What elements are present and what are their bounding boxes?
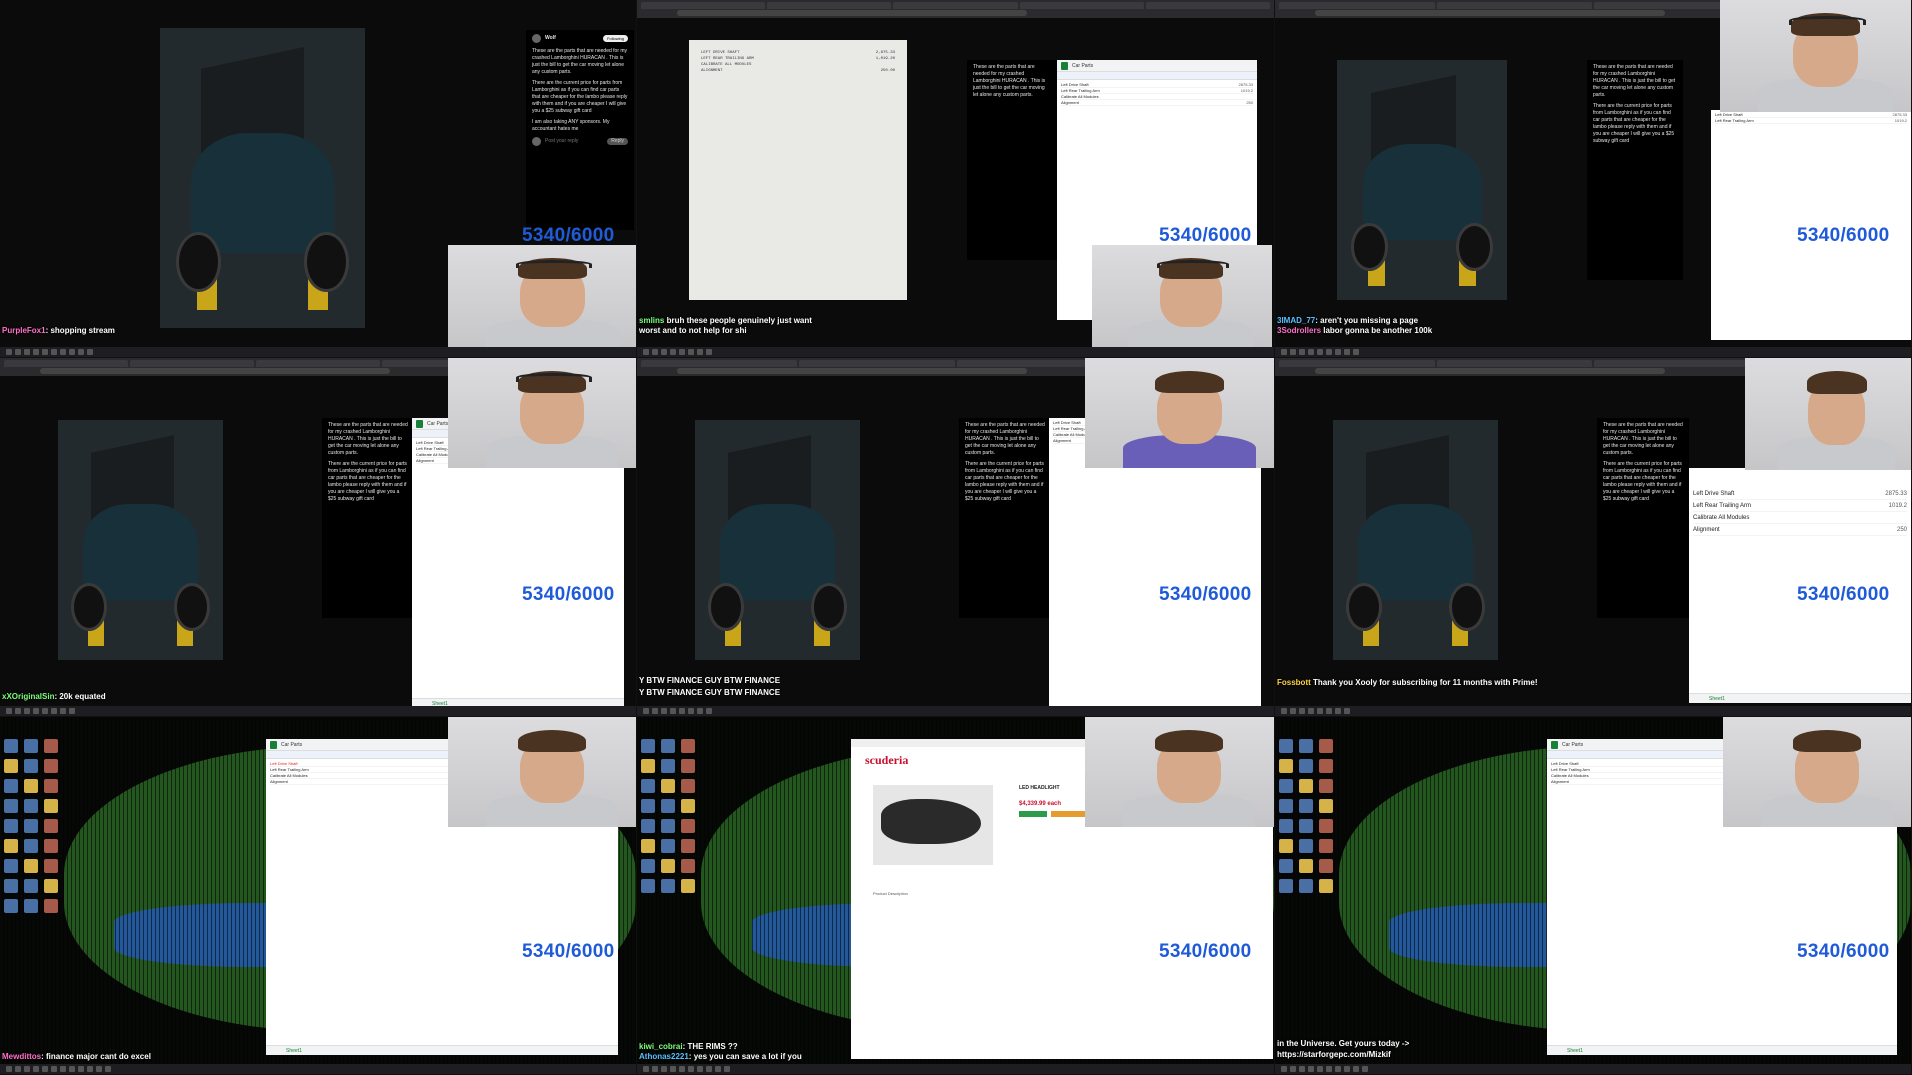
goal-counter: 5340/6000 xyxy=(522,225,615,246)
tweet-panel: Wolf Following These are the parts that a… xyxy=(526,30,634,230)
webcam xyxy=(1085,358,1274,468)
chat-line: xXOriginalSin: 20k equated xyxy=(2,692,106,701)
car-photo xyxy=(160,28,365,328)
tweet-panel: These are the parts that are needed for … xyxy=(959,418,1051,618)
parts-receipt: LEFT DRIVE SHAFT 2,875.33 LEFT REAR TRAIL… xyxy=(689,40,907,300)
tweet-text-3: I am also taking ANY sponsors. My accoun… xyxy=(532,119,610,132)
taskbar xyxy=(637,347,1274,357)
webcam xyxy=(448,245,636,350)
webcam xyxy=(1745,358,1911,470)
tweet-panel: These are the parts that are needed for … xyxy=(1597,418,1689,618)
avatar-icon xyxy=(532,34,541,43)
webcam xyxy=(1723,717,1911,827)
chat-line: 3IMAD_77: aren't you missing a page xyxy=(1277,316,1419,325)
tile-7: Car Parts Left Drive Shaft2875.33 Left R… xyxy=(0,717,637,1075)
desktop-icons xyxy=(1279,739,1339,893)
product-description: Product Description xyxy=(873,891,908,896)
tweet-text-1: These are the parts that are needed for … xyxy=(532,48,628,75)
reply-button[interactable]: Reply xyxy=(607,138,628,145)
chat-line: worst and to not help for shi xyxy=(639,326,747,335)
webcam xyxy=(448,358,636,468)
stream-grid: Wolf Following These are the parts that a… xyxy=(0,0,1912,1075)
chat-line: Mewdittos: finance major cant do excel xyxy=(2,1052,151,1061)
reply-input[interactable]: Post your reply xyxy=(545,138,578,145)
desktop-icons xyxy=(4,739,64,913)
sheets-logo-icon xyxy=(270,740,277,749)
chat-line: kiwi_cobrai: THE RIMS ?? xyxy=(639,1042,738,1051)
chat-line: smlins bruh these people genuinely just … xyxy=(639,316,812,325)
taskbar xyxy=(0,706,636,716)
chat-line: https://starforgepc.com/Mizkif xyxy=(1277,1050,1391,1059)
chat-line: Fossbott Thank you Xooly for subscribing… xyxy=(1277,678,1538,687)
goal-counter: 5340/6000 xyxy=(1159,584,1252,605)
tile-8: scuderia LED HEADLIGHT $4,339.99 each Pr… xyxy=(637,717,1275,1075)
tile-9: Car Parts Left Drive Shaft2875.33 Left R… xyxy=(1275,717,1912,1075)
goal-counter: 5340/6000 xyxy=(1797,584,1890,605)
car-photo xyxy=(1333,420,1498,660)
goal-counter: 5340/6000 xyxy=(1797,225,1890,246)
chat-line: in the Universe. Get yours today -> xyxy=(1277,1039,1410,1048)
car-photo xyxy=(58,420,223,660)
chat-line: Y BTW FINANCE GUY BTW FINANCE xyxy=(639,688,781,697)
car-photo xyxy=(1337,60,1507,300)
taskbar xyxy=(637,1064,1274,1074)
tile-2: LEFT DRIVE SHAFT 2,875.33 LEFT REAR TRAIL… xyxy=(637,0,1275,358)
store-logo[interactable]: scuderia xyxy=(865,753,908,768)
sheets-logo-icon xyxy=(1061,61,1068,70)
taskbar xyxy=(637,706,1274,716)
tweet-author[interactable]: Wolf xyxy=(545,35,556,42)
tweet-panel: These are the parts that are needed for … xyxy=(1587,60,1683,280)
taskbar xyxy=(0,1064,636,1074)
goal-counter: 5340/6000 xyxy=(522,941,615,962)
tile-3: These are the parts that are needed for … xyxy=(1275,0,1912,358)
chat-line: PurpleFox1: shopping stream xyxy=(2,326,115,335)
taskbar xyxy=(0,347,636,357)
headlight-image xyxy=(881,799,981,844)
tile-5: These are the parts that are needed for … xyxy=(637,358,1275,717)
avatar-icon xyxy=(532,137,541,146)
taskbar xyxy=(1275,706,1911,716)
goal-counter: 5340/6000 xyxy=(1159,225,1252,246)
buy-now-button[interactable] xyxy=(1051,811,1089,817)
tweet-panel: These are the parts that are needed for … xyxy=(322,418,414,618)
car-photo xyxy=(695,420,860,660)
tile-6: These are the parts that are needed for … xyxy=(1275,358,1912,717)
add-to-cart-button[interactable] xyxy=(1019,811,1047,817)
tile-4: These are the parts that are needed for … xyxy=(0,358,637,717)
goal-counter: 5340/6000 xyxy=(1159,941,1252,962)
tweet-panel: These are the parts that are needed for … xyxy=(967,60,1057,260)
webcam xyxy=(1092,245,1272,350)
chat-line: 3Sodrollers labor gonna be another 100k xyxy=(1277,326,1433,335)
product-price: $4,339.99 each xyxy=(1019,801,1062,807)
sheet-tab[interactable]: Sheet1 xyxy=(266,1045,618,1055)
taskbar xyxy=(1275,347,1911,357)
chat-line: Athonas2221: yes you can save a lot if y… xyxy=(639,1052,802,1061)
chat-line: Y BTW FINANCE GUY BTW FINANCE xyxy=(639,676,781,685)
webcam xyxy=(448,717,636,827)
goal-counter: 5340/6000 xyxy=(522,584,615,605)
sheet-tab[interactable]: Sheet1 xyxy=(1547,1045,1897,1055)
goal-counter: 5340/6000 xyxy=(1797,941,1890,962)
taskbar xyxy=(1275,1064,1911,1074)
follow-button[interactable]: Following xyxy=(603,35,628,42)
webcam xyxy=(1085,717,1274,827)
webcam xyxy=(1720,0,1911,112)
tile-1: Wolf Following These are the parts that a… xyxy=(0,0,637,358)
browser-chrome xyxy=(637,0,1274,18)
desktop-icons xyxy=(641,739,701,893)
sheet-tab[interactable]: Sheet1 xyxy=(1689,693,1911,703)
tweet-text-2: There are the current price for parts fr… xyxy=(532,80,628,114)
sheet-title[interactable]: Car Parts xyxy=(1072,63,1093,69)
product-title: LED HEADLIGHT xyxy=(1019,785,1060,791)
